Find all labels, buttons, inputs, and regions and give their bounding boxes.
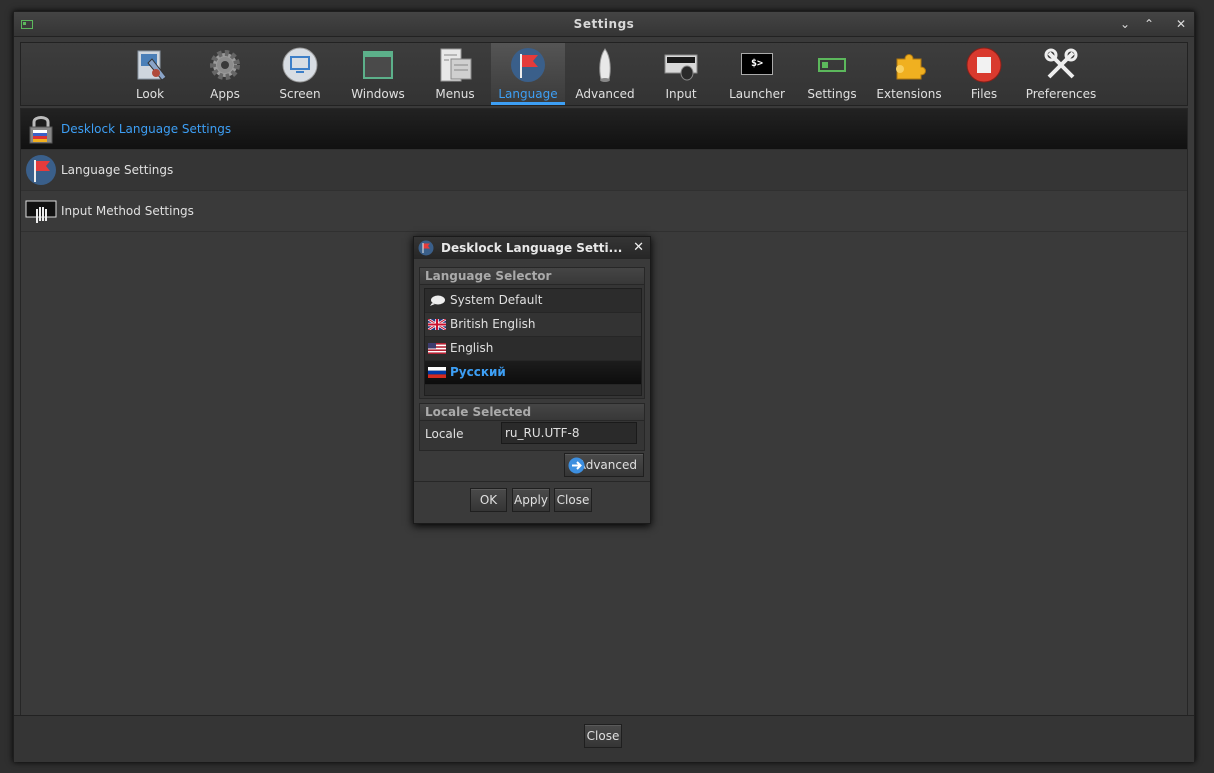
uk-flag-icon xyxy=(428,319,446,330)
input-method-hand-icon xyxy=(25,200,57,223)
tool-input[interactable]: Input xyxy=(653,43,709,105)
dialog-title-bar[interactable]: Desklock Language Setti... ✕ xyxy=(414,237,650,259)
tool-label: Files xyxy=(970,87,998,101)
look-icon xyxy=(137,50,167,81)
tool-label: Launcher xyxy=(729,87,785,101)
list-item-language-settings[interactable]: Language Settings xyxy=(21,150,1187,191)
launcher-terminal-icon: $> xyxy=(741,53,773,75)
close-dialog-icon[interactable]: ✕ xyxy=(633,240,644,255)
advanced-button[interactable]: Advanced xyxy=(564,453,644,477)
window-title: Settings xyxy=(573,17,635,31)
preferences-tools-icon xyxy=(1044,48,1078,79)
category-toolbar: Look Apps Screen Windows Menus Language … xyxy=(20,42,1188,106)
tool-label: Menus xyxy=(435,87,475,101)
tool-advanced[interactable]: Advanced xyxy=(573,43,637,105)
locale-input[interactable] xyxy=(501,422,637,444)
tool-look[interactable]: Look xyxy=(118,43,182,105)
advanced-label: Advanced xyxy=(577,458,637,472)
tool-preferences[interactable]: Preferences xyxy=(1023,43,1099,105)
tool-label: Preferences xyxy=(1025,87,1097,101)
list-item-label: English xyxy=(450,341,494,355)
list-item-input-method[interactable]: Input Method Settings xyxy=(21,191,1187,232)
russia-flag-icon xyxy=(428,367,446,378)
apply-button[interactable]: Apply xyxy=(512,488,550,512)
settings-battery-icon xyxy=(818,58,846,72)
frame-header: Language Selector xyxy=(420,268,644,285)
locale-selected-frame: Locale Selected Locale xyxy=(419,403,645,451)
tool-apps[interactable]: Apps xyxy=(196,43,254,105)
close-button[interactable]: Close xyxy=(554,488,592,512)
close-button[interactable]: Close xyxy=(584,724,622,748)
tool-files[interactable]: Files xyxy=(955,43,1013,105)
maximize-chevron-icon[interactable]: ⌃ xyxy=(1140,15,1158,33)
ok-button[interactable]: OK xyxy=(470,488,507,512)
list-item-label: British English xyxy=(450,317,536,331)
tool-label: Input xyxy=(665,87,697,101)
tool-settings[interactable]: Settings xyxy=(801,43,863,105)
list-item-selected[interactable]: Русский xyxy=(425,361,641,385)
tool-language[interactable]: Language xyxy=(491,43,565,105)
frame-header: Locale Selected xyxy=(420,404,644,421)
list-item-label: Input Method Settings xyxy=(61,204,194,218)
apps-gear-icon xyxy=(210,50,240,80)
tool-screen[interactable]: Screen xyxy=(269,43,331,105)
close-window-icon[interactable]: ✕ xyxy=(1172,15,1190,33)
tool-label: Look xyxy=(135,87,165,101)
list-item-label: Русский xyxy=(450,365,506,379)
screen-icon xyxy=(282,47,318,83)
arrow-right-icon xyxy=(568,457,585,474)
tool-label: Windows xyxy=(351,87,405,101)
input-mouse-icon xyxy=(664,54,698,81)
list-item-label: Language Settings xyxy=(61,163,174,177)
desklock-language-dialog: Desklock Language Setti... ✕ Language Se… xyxy=(413,236,651,524)
tool-label: Language xyxy=(498,87,558,101)
desklock-lock-icon xyxy=(29,116,53,144)
language-flag-icon xyxy=(26,155,56,185)
extensions-puzzle-icon xyxy=(896,54,926,80)
minimize-chevron-icon[interactable]: ⌄ xyxy=(1116,15,1134,33)
divider xyxy=(414,481,650,482)
speech-bubble-icon xyxy=(430,295,445,306)
advanced-rocket-icon xyxy=(599,48,611,82)
language-selector-frame: Language Selector System Default British… xyxy=(419,267,645,399)
tool-launcher[interactable]: $> Launcher xyxy=(725,43,789,105)
list-item-label: Desklock Language Settings xyxy=(61,122,232,136)
tool-extensions[interactable]: Extensions xyxy=(873,43,945,105)
bottom-bar: Close xyxy=(14,715,1194,762)
files-icon xyxy=(966,47,1002,83)
menus-icon xyxy=(440,48,472,82)
language-flag-icon xyxy=(418,240,434,256)
list-item[interactable]: English xyxy=(425,337,641,361)
list-item[interactable]: British English xyxy=(425,313,641,337)
tool-label: Settings xyxy=(807,87,857,101)
locale-label: Locale xyxy=(425,427,464,441)
tool-label: Apps xyxy=(210,87,240,101)
tool-label: Advanced xyxy=(575,87,635,101)
tool-label: Screen xyxy=(279,87,321,101)
us-flag-icon xyxy=(428,343,446,354)
dialog-title: Desklock Language Setti... xyxy=(441,241,623,255)
list-item-label: System Default xyxy=(450,293,543,307)
title-bar[interactable]: Settings ⌄ ⌃ ✕ xyxy=(14,12,1194,37)
language-flag-icon xyxy=(511,48,545,82)
tool-menus[interactable]: Menus xyxy=(427,43,483,105)
list-item[interactable]: System Default xyxy=(425,289,641,313)
list-item-desklock-language[interactable]: Desklock Language Settings xyxy=(21,109,1187,150)
tool-label: Extensions xyxy=(876,87,942,101)
tool-windows[interactable]: Windows xyxy=(345,43,411,105)
windows-icon xyxy=(363,51,393,79)
language-list[interactable]: System Default British English English Р… xyxy=(424,288,642,396)
